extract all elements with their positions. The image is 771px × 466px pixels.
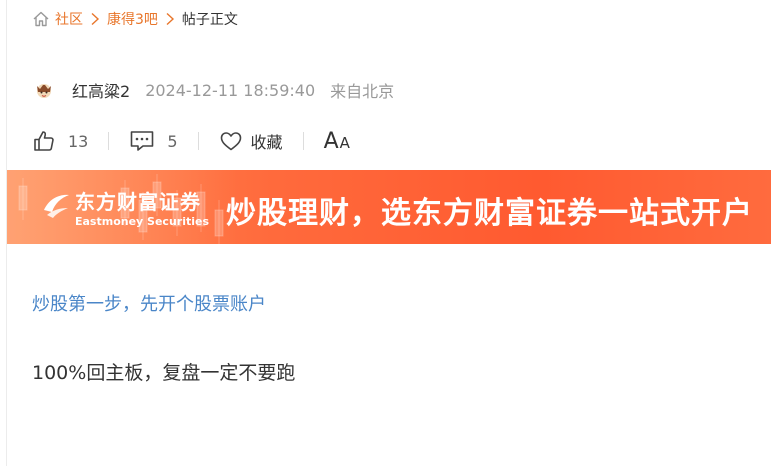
comment-count: 5	[167, 131, 178, 151]
brand-name-en: Eastmoney Securities	[75, 215, 210, 228]
heart-icon	[219, 129, 243, 153]
favorite-button[interactable]: 收藏	[219, 129, 283, 153]
font-size-large-glyph: A	[323, 128, 339, 154]
post-author-info: 红高粱2 2024-12-11 18:59:40 来自北京	[34, 79, 394, 101]
ad-banner[interactable]: 东方财富证券 Eastmoney Securities 炒股理财，选东方财富证券…	[7, 170, 771, 244]
brand-name-cn: 东方财富证券	[75, 190, 201, 214]
post-content: 100%回主板，复盘一定不要跑	[32, 362, 296, 384]
divider	[197, 132, 199, 150]
chevron-right-icon	[89, 12, 101, 26]
open-account-promo-link[interactable]: 炒股第一步，先开个股票账户	[32, 290, 266, 316]
banner-slogan: 炒股理财，选东方财富证券一站式开户	[226, 196, 753, 231]
chevron-right-icon	[164, 12, 176, 26]
font-size-button[interactable]: A A	[324, 129, 350, 154]
font-size-small-glyph: A	[339, 133, 350, 152]
like-count: 13	[68, 131, 89, 151]
favorite-label: 收藏	[250, 133, 283, 152]
comment-button[interactable]: 5	[129, 129, 178, 153]
divider	[108, 132, 110, 150]
comment-icon	[129, 129, 155, 153]
avatar[interactable]	[34, 80, 54, 100]
breadcrumb-community-link[interactable]: 社区	[55, 9, 83, 29]
divider	[302, 132, 304, 150]
banner-brand: 东方财富证券 Eastmoney Securities	[75, 186, 209, 228]
breadcrumb-current: 帖子正文	[181, 12, 238, 28]
post-timestamp: 2024-12-11 18:59:40	[145, 80, 316, 100]
post-location: 来自北京	[330, 82, 395, 101]
eastmoney-logo-icon	[44, 194, 69, 218]
post-actions: 13 5 收藏 A A	[32, 128, 350, 154]
like-button[interactable]: 13	[32, 129, 88, 153]
home-icon[interactable]	[32, 10, 50, 28]
breadcrumb-forum-link[interactable]: 康得3吧	[107, 9, 158, 29]
breadcrumb: 社区 康得3吧 帖子正文	[32, 9, 238, 29]
thumbs-up-icon	[32, 129, 56, 153]
author-name[interactable]: 红高粱2	[72, 78, 130, 102]
